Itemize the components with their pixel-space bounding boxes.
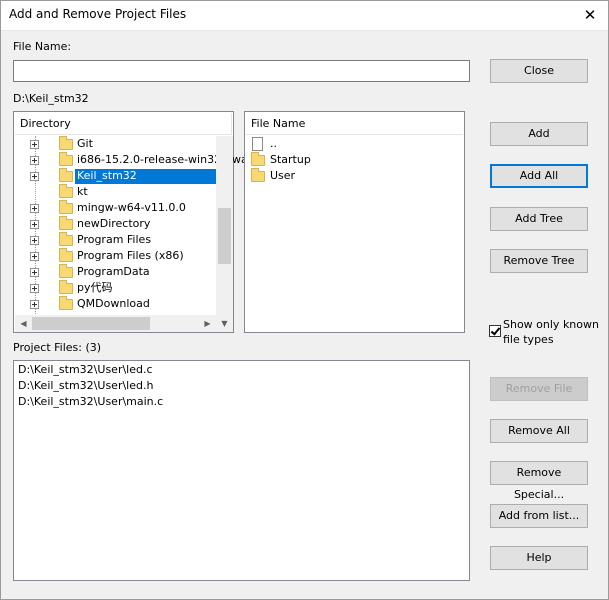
expand-icon[interactable]: [30, 172, 39, 181]
directory-tree[interactable]: Directory Git i686-15.2.0-release-win32-…: [13, 111, 248, 333]
tree-item-label: Keil_stm32: [75, 169, 233, 184]
add-from-list-button[interactable]: Add from list...: [490, 504, 588, 528]
directory-horizontal-scrollbar[interactable]: ◀ ▶ ▼: [15, 315, 233, 332]
scroll-left-icon[interactable]: ◀: [15, 315, 32, 332]
tree-item-label: ProgramData: [77, 265, 150, 278]
document-icon: [252, 137, 263, 151]
remove-special-button[interactable]: Remove Special...: [490, 461, 588, 501]
expand-icon[interactable]: [30, 140, 39, 149]
remove-all-button[interactable]: Remove All: [490, 419, 588, 443]
file-list[interactable]: File Name .. Startup User: [244, 111, 465, 333]
expand-icon[interactable]: [30, 300, 39, 309]
expand-icon[interactable]: [30, 220, 39, 229]
tree-item-label: Program Files: [77, 233, 152, 246]
directory-header[interactable]: Directory: [15, 113, 232, 135]
file-name-header[interactable]: File Name: [246, 113, 463, 135]
folder-icon: [59, 232, 73, 246]
folder-icon: [251, 168, 265, 182]
scroll-thumb[interactable]: [218, 208, 231, 264]
show-only-known-label-line2: file types: [503, 333, 554, 346]
file-list-item-label: User: [270, 169, 296, 182]
tree-item-label: QMDownload: [77, 297, 150, 310]
expand-icon[interactable]: [30, 204, 39, 213]
tree-item-label: kt: [77, 185, 88, 198]
folder-icon: [59, 296, 73, 310]
remove-tree-button[interactable]: Remove Tree: [490, 249, 588, 273]
folder-icon: [59, 200, 73, 214]
folder-icon: [59, 184, 73, 198]
expand-icon[interactable]: [30, 156, 39, 165]
file-name-label: File Name:: [13, 40, 72, 53]
expand-icon[interactable]: [30, 284, 39, 293]
add-button[interactable]: Add: [490, 122, 588, 146]
directory-vertical-scrollbar[interactable]: [216, 136, 233, 316]
add-tree-button[interactable]: Add Tree: [490, 207, 588, 231]
tree-item-label: Program Files (x86): [77, 249, 184, 262]
project-file-item[interactable]: D:\Keil_stm32\User\led.c: [18, 363, 153, 376]
close-window-icon[interactable]: ✕: [579, 4, 601, 26]
folder-icon: [59, 136, 73, 150]
file-name-header-label: File Name: [251, 117, 306, 130]
close-button[interactable]: Close: [490, 59, 588, 83]
show-only-known-checkbox[interactable]: [489, 325, 501, 337]
current-path: D:\Keil_stm32: [13, 92, 89, 105]
tree-item-label: py代码: [77, 281, 113, 294]
tree-item-label: Git: [77, 137, 93, 150]
file-list-item-label: Startup: [270, 153, 311, 166]
file-name-input[interactable]: [13, 60, 470, 82]
folder-icon: [59, 168, 73, 182]
expand-icon[interactable]: [30, 252, 39, 261]
scroll-right-icon[interactable]: ▶: [199, 315, 216, 332]
folder-icon: [59, 216, 73, 230]
project-files-list[interactable]: D:\Keil_stm32\User\led.c D:\Keil_stm32\U…: [13, 360, 470, 581]
project-file-item[interactable]: D:\Keil_stm32\User\main.c: [18, 395, 163, 408]
expand-icon[interactable]: [30, 236, 39, 245]
tree-item-label: mingw-w64-v11.0.0: [77, 201, 186, 214]
file-list-item-label: ..: [270, 137, 277, 150]
folder-icon: [251, 152, 265, 166]
help-button[interactable]: Help: [490, 546, 588, 570]
project-files-label: Project Files: (3): [13, 341, 102, 354]
scroll-thumb[interactable]: [32, 317, 150, 330]
scroll-down-icon[interactable]: ▼: [216, 315, 233, 332]
project-file-item[interactable]: D:\Keil_stm32\User\led.h: [18, 379, 153, 392]
window-title: Add and Remove Project Files: [9, 7, 187, 21]
title-bar: Add and Remove Project Files ✕: [0, 0, 609, 31]
folder-icon: [59, 264, 73, 278]
tree-item-label: newDirectory: [77, 217, 151, 230]
add-all-button[interactable]: Add All: [490, 164, 588, 188]
expand-icon[interactable]: [30, 268, 39, 277]
show-only-known-label-line1: Show only known: [503, 318, 599, 331]
folder-icon: [59, 248, 73, 262]
directory-header-label: Directory: [20, 117, 71, 130]
folder-icon: [59, 152, 73, 166]
folder-icon: [59, 280, 73, 294]
remove-file-button[interactable]: Remove File: [490, 377, 588, 401]
